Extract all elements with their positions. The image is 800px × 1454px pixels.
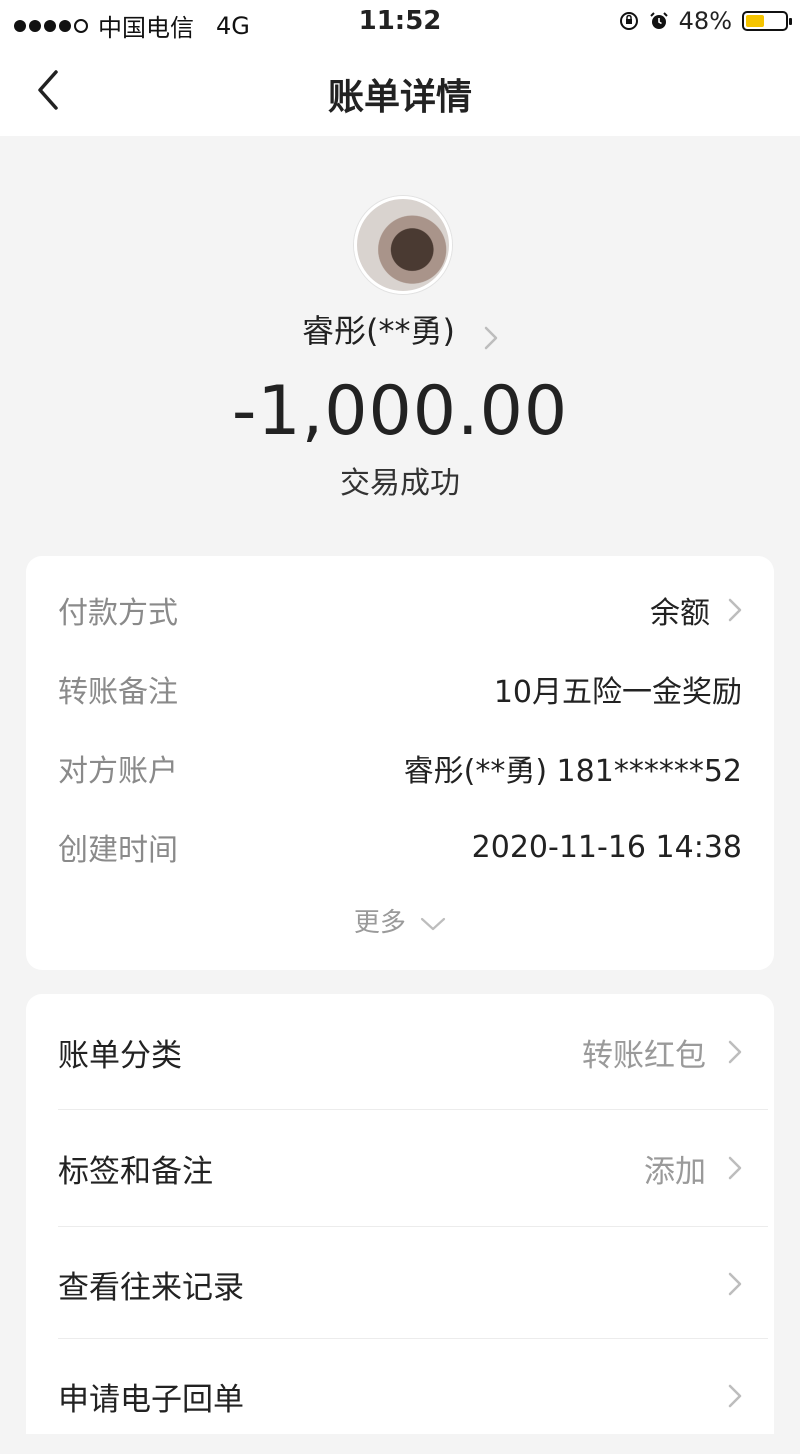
- view-history-row[interactable]: 查看往来记录: [58, 1226, 742, 1342]
- payment-method-label: 付款方式: [58, 596, 178, 631]
- battery-percent: 48%: [678, 7, 732, 35]
- transaction-status: 交易成功: [340, 466, 460, 501]
- chevron-right-icon: [728, 1384, 742, 1408]
- orientation-lock-icon: [619, 12, 638, 30]
- bill-category-label: 账单分类: [58, 1037, 182, 1074]
- payment-method-row[interactable]: 付款方式 余额: [58, 586, 742, 634]
- nav-bar: 账单详情: [0, 44, 800, 136]
- chevron-right-icon: [728, 1156, 742, 1180]
- chevron-right-icon: [484, 326, 498, 349]
- status-right: 48%: [619, 7, 792, 35]
- page-title: 账单详情: [327, 77, 472, 118]
- bill-category-row[interactable]: 账单分类 转账红包: [58, 994, 742, 1110]
- payment-method-value: 余额: [650, 596, 710, 631]
- chevron-right-icon: [728, 598, 742, 622]
- more-label: 更多: [353, 908, 406, 938]
- battery-fill: [746, 15, 764, 27]
- counterparty-name-row[interactable]: 睿彤(**勇): [0, 306, 800, 352]
- avatar[interactable]: [354, 196, 452, 294]
- status-bar: 中国电信 4G 11:52 48%: [0, 0, 800, 44]
- bill-category-value: 转账红包: [582, 1037, 706, 1074]
- battery-icon: [742, 11, 792, 31]
- chevron-right-icon: [728, 1272, 742, 1296]
- counterparty-account-row: 对方账户 睿彤(**勇) 181******52: [58, 744, 742, 792]
- tags-notes-value: 添加: [644, 1153, 706, 1190]
- counterparty-name: 睿彤(**勇): [301, 312, 455, 350]
- transfer-note-row: 转账备注 10月五险一金奖励: [58, 665, 742, 713]
- e-receipt-row[interactable]: 申请电子回单: [58, 1338, 742, 1454]
- details-card: 付款方式 余额 转账备注 10月五险一金奖励 对方账户 睿彤(**勇) 181*…: [26, 556, 774, 970]
- created-time-row: 创建时间 2020-11-16 14:38: [58, 823, 742, 871]
- view-history-label: 查看往来记录: [58, 1269, 244, 1306]
- transfer-note-value: 10月五险一金奖励: [493, 675, 742, 710]
- chevron-down-icon: [421, 917, 446, 930]
- e-receipt-label: 申请电子回单: [58, 1381, 244, 1418]
- alarm-icon: [649, 12, 668, 29]
- counterparty-account-label: 对方账户: [58, 754, 178, 789]
- created-time-value: 2020-11-16 14:38: [471, 829, 742, 865]
- counterparty-account-value: 睿彤(**勇) 181******52: [403, 754, 742, 789]
- more-button[interactable]: 更多: [26, 902, 774, 939]
- tags-notes-row[interactable]: 标签和备注 添加: [58, 1110, 742, 1226]
- tags-notes-label: 标签和备注: [58, 1153, 213, 1190]
- created-time-label: 创建时间: [58, 833, 178, 868]
- chevron-right-icon: [728, 1040, 742, 1064]
- actions-card: 账单分类 转账红包 标签和备注 添加 查看往来记录 申请电子回单: [26, 994, 774, 1434]
- transaction-amount: -1,000.00: [231, 372, 569, 451]
- transfer-note-label: 转账备注: [58, 675, 178, 710]
